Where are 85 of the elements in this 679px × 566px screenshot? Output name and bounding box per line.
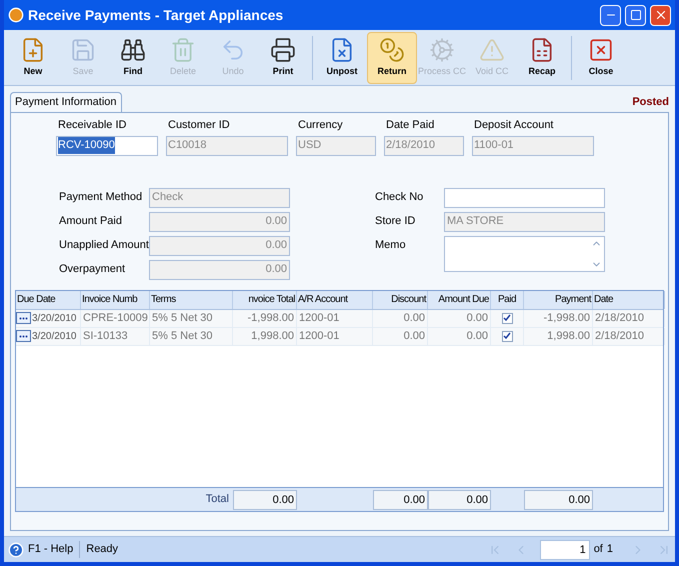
toolbar-button[interactable]: Return <box>367 32 417 84</box>
page-of-label: of <box>594 542 603 558</box>
toolbar-button[interactable]: New <box>8 32 58 84</box>
total-value: 0.00 <box>428 490 491 510</box>
field-label: Store ID <box>375 214 416 230</box>
memo-field[interactable] <box>444 236 605 272</box>
table-cell-text: 3/20/2010 <box>32 330 76 344</box>
help-icon[interactable] <box>8 542 24 558</box>
close-icon <box>588 36 614 62</box>
column-header[interactable]: nvoice Total <box>233 290 297 308</box>
totals-label: Total <box>204 492 230 508</box>
find-icon <box>120 36 146 62</box>
more-icon <box>19 316 28 320</box>
toolbar-button[interactable]: Find <box>108 32 158 84</box>
trash-icon <box>170 36 196 62</box>
column-header[interactable]: Amount Due <box>428 290 491 308</box>
close-button[interactable] <box>650 4 671 26</box>
coins-icon <box>379 36 405 62</box>
page-count: 1 <box>606 542 614 558</box>
column-header[interactable]: Paid <box>491 290 524 308</box>
table-cell: 0.00 <box>373 310 428 326</box>
field-label: Date Paid <box>385 118 436 133</box>
warning-icon <box>479 36 505 62</box>
column-header[interactable]: Discount <box>373 290 428 308</box>
field-label: Memo <box>375 238 407 254</box>
table-cell: 0.00 <box>428 328 491 344</box>
save-icon <box>70 36 96 62</box>
table-cell: 1,998.00 <box>233 328 297 344</box>
print-icon <box>270 36 296 62</box>
status-label: Posted <box>632 94 669 110</box>
table-cell: -1,998.00 <box>233 310 297 326</box>
table-cell: 1200-01 <box>297 310 373 326</box>
toolbar-button[interactable]: Unpost <box>317 32 367 84</box>
check-icon <box>503 332 511 340</box>
table-cell: 2/18/2010 <box>593 310 665 326</box>
field-label: Overpayment <box>59 262 126 278</box>
field-label: Payment Method <box>59 190 144 206</box>
maximize-button[interactable] <box>625 4 646 26</box>
column-header[interactable]: Due Date <box>16 290 81 308</box>
toolbar-button[interactable]: Close <box>576 32 626 84</box>
page-field[interactable]: 1 <box>540 540 590 560</box>
minimize-button[interactable] <box>600 4 621 26</box>
table-cell: 1200-01 <box>297 328 373 344</box>
text-field[interactable]: RCV-10090 <box>56 136 158 156</box>
table-cell: 0.00 <box>428 310 491 326</box>
help-text: F1 - Help <box>28 541 80 558</box>
text-field[interactable] <box>444 188 605 208</box>
checkbox[interactable] <box>502 330 512 342</box>
window-title: Receive Payments - Target Appliances <box>28 6 284 25</box>
column-header[interactable]: Payment <box>524 290 593 308</box>
table-cell: SI-10133 <box>81 328 150 344</box>
table-cell: 0.00 <box>373 328 428 344</box>
field-label: Amount Paid <box>59 214 123 230</box>
field-label: Check No <box>375 190 424 206</box>
table-cell: 5% 5 Net 30 <box>150 328 233 344</box>
tab[interactable]: Payment Information <box>10 92 122 112</box>
table-cell: 5% 5 Net 30 <box>150 310 233 326</box>
check-icon <box>503 314 511 322</box>
maximize-icon <box>630 9 642 21</box>
column-header[interactable]: Date <box>593 290 665 308</box>
status-message: Ready <box>85 542 120 558</box>
app-icon <box>8 7 24 23</box>
column-header[interactable]: Terms <box>150 290 233 308</box>
table-cell: 1,998.00 <box>524 328 593 344</box>
field-label: Deposit Account <box>473 118 554 133</box>
ellipsis-button[interactable] <box>16 330 31 342</box>
column-header[interactable]: A/R Account <box>297 290 373 308</box>
more-icon <box>19 334 28 338</box>
gear-icon <box>429 36 455 62</box>
checkbox[interactable] <box>502 312 512 324</box>
toolbar-button[interactable]: Recap <box>517 32 567 84</box>
total-value: 0.00 <box>524 490 593 510</box>
table-cell: CPRE-10009 <box>81 310 150 326</box>
total-value: 0.00 <box>233 490 297 510</box>
field-label: Currency <box>297 118 344 133</box>
table-cell: -1,998.00 <box>524 310 593 326</box>
toolbar-button[interactable]: Print <box>258 32 308 84</box>
table-cell-text: 3/20/2010 <box>32 312 76 326</box>
ellipsis-button[interactable] <box>16 312 31 324</box>
table-cell: 2/18/2010 <box>593 328 665 344</box>
field-label: Customer ID <box>167 118 231 133</box>
column-header[interactable]: Invoice Numb <box>81 290 150 308</box>
field-label: Receivable ID <box>57 118 128 133</box>
total-value: 0.00 <box>373 490 428 510</box>
field-label: Unapplied Amount <box>59 238 149 254</box>
